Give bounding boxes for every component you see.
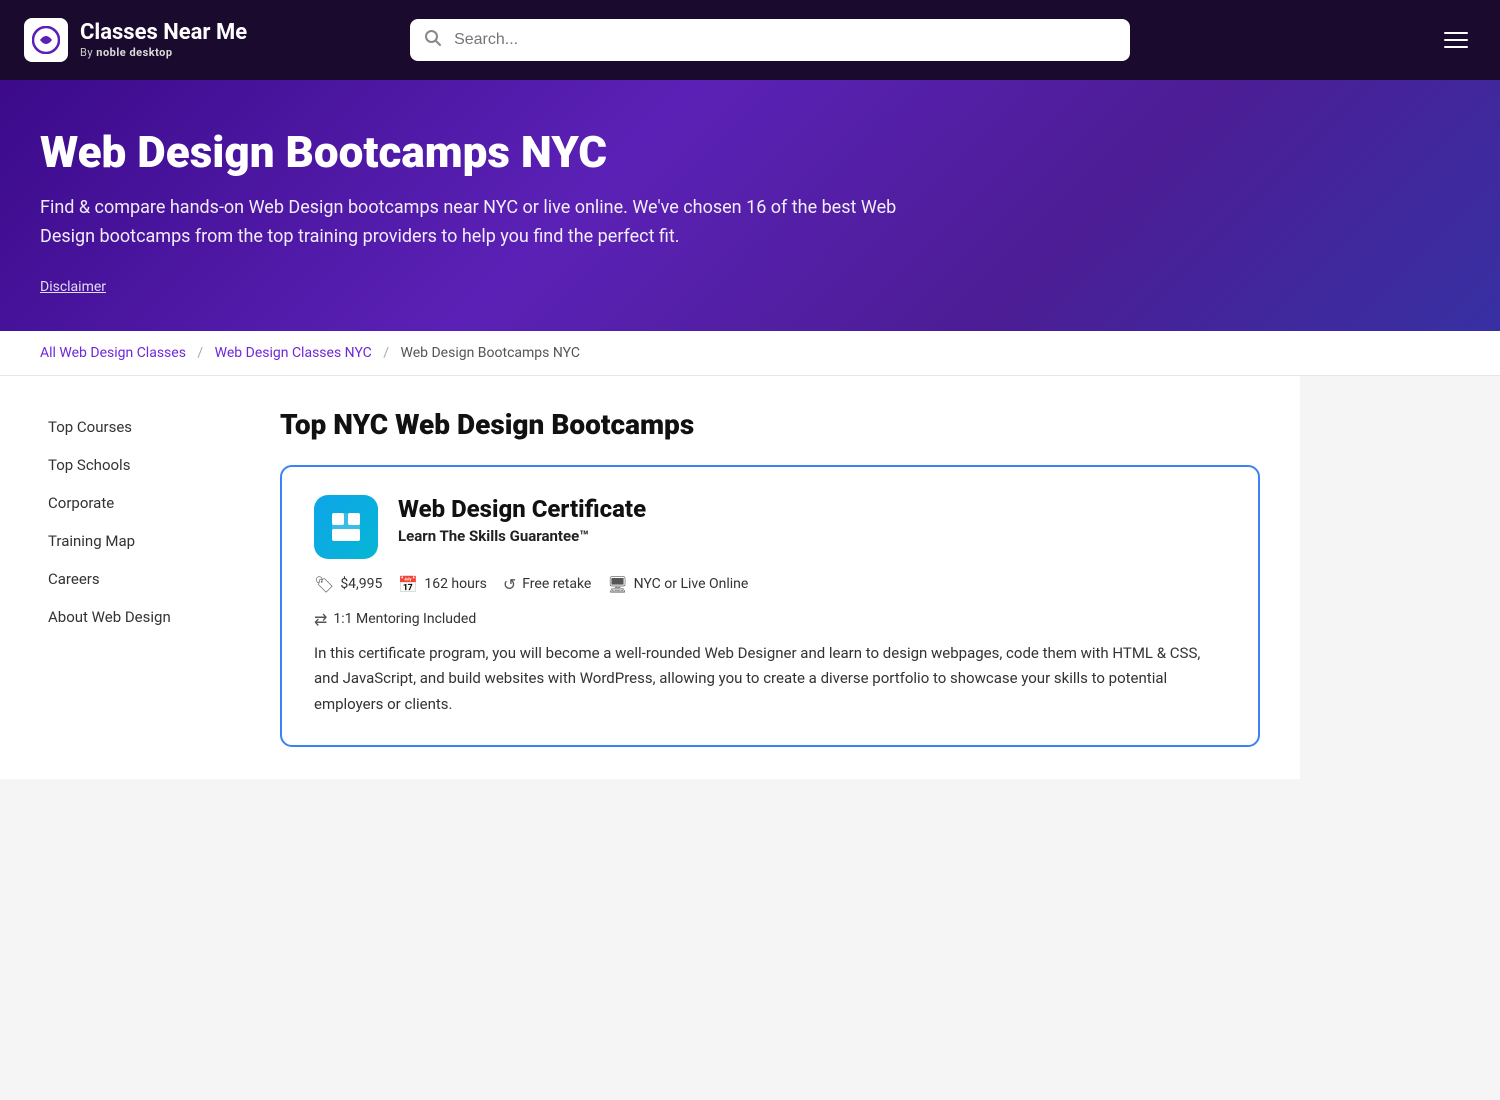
sidebar: Top Courses Top Schools Corporate Traini… [40,408,240,748]
meta-location: 🖥 NYC or Live Online [607,575,748,594]
breadcrumb-sep-1: / [197,345,203,361]
hours-value: 162 hours [424,576,486,592]
mentoring-value: 1:1 Mentoring Included [333,611,476,627]
course-title: Web Design Certificate [398,495,646,523]
location-icon: 🖥 [607,575,627,594]
meta-hours: 📅 162 hours [398,575,486,594]
section-title: Top NYC Web Design Bootcamps [280,408,1260,441]
hamburger-line-1 [1444,32,1468,34]
breadcrumb-item-3: Web Design Bootcamps NYC [401,345,580,361]
meta-price: 🏷 $4,995 [314,575,382,594]
hamburger-line-3 [1444,46,1468,48]
breadcrumb-item-1[interactable]: All Web Design Classes [40,345,186,361]
sidebar-item-top-schools[interactable]: Top Schools [40,446,240,484]
sidebar-nav: Top Courses Top Schools Corporate Traini… [40,408,240,636]
hours-icon: 📅 [398,575,418,594]
logo-text: Classes Near Me By noble desktop [80,21,247,58]
course-subtitle: Learn The Skills Guarantee™ [398,527,646,545]
main-content: Top Courses Top Schools Corporate Traini… [0,376,1300,780]
logo-subtitle: By noble desktop [80,46,247,59]
breadcrumb: All Web Design Classes / Web Design Clas… [0,331,1500,376]
course-description: In this certificate program, you will be… [314,641,1226,718]
price-value: $4,995 [340,576,382,592]
sidebar-item-training-map[interactable]: Training Map [40,522,240,560]
sidebar-item-top-courses[interactable]: Top Courses [40,408,240,446]
search-bar[interactable] [410,19,1130,61]
meta-mentoring: ⇄ 1:1 Mentoring Included [314,610,1226,629]
breadcrumb-item-2[interactable]: Web Design Classes NYC [215,345,372,361]
retake-value: Free retake [522,576,591,592]
hamburger-menu[interactable] [1436,24,1476,56]
hero-title: Web Design Bootcamps NYC [40,128,1460,176]
card-header: Web Design Certificate Learn The Skills … [314,495,1226,559]
search-input[interactable] [410,19,1130,61]
price-icon: 🏷 [314,575,334,594]
logo[interactable]: Classes Near Me By noble desktop [24,18,247,62]
hero-section: Web Design Bootcamps NYC Find & compare … [0,80,1500,331]
hamburger-line-2 [1444,39,1468,41]
site-header: Classes Near Me By noble desktop [0,0,1500,80]
sidebar-item-careers[interactable]: Careers [40,560,240,598]
card-meta: 🏷 $4,995 📅 162 hours ↺ Free retake 🖥 NYC… [314,575,1226,629]
meta-retake: ↺ Free retake [503,575,592,594]
sidebar-item-corporate[interactable]: Corporate [40,484,240,522]
course-card: Web Design Certificate Learn The Skills … [280,465,1260,748]
content-area: Top NYC Web Design Bootcamps Web Design … [280,408,1260,748]
mentoring-icon: ⇄ [314,610,327,629]
course-icon [314,495,378,559]
breadcrumb-sep-2: / [383,345,389,361]
hero-description: Find & compare hands-on Web Design bootc… [40,194,940,252]
sidebar-item-about-web-design[interactable]: About Web Design [40,598,240,636]
card-title-area: Web Design Certificate Learn The Skills … [398,495,646,545]
retake-icon: ↺ [503,575,516,594]
disclaimer-link[interactable]: Disclaimer [40,279,106,295]
logo-icon [24,18,68,62]
location-value: NYC or Live Online [634,576,749,592]
logo-title: Classes Near Me [80,21,247,45]
search-icon [424,29,442,51]
